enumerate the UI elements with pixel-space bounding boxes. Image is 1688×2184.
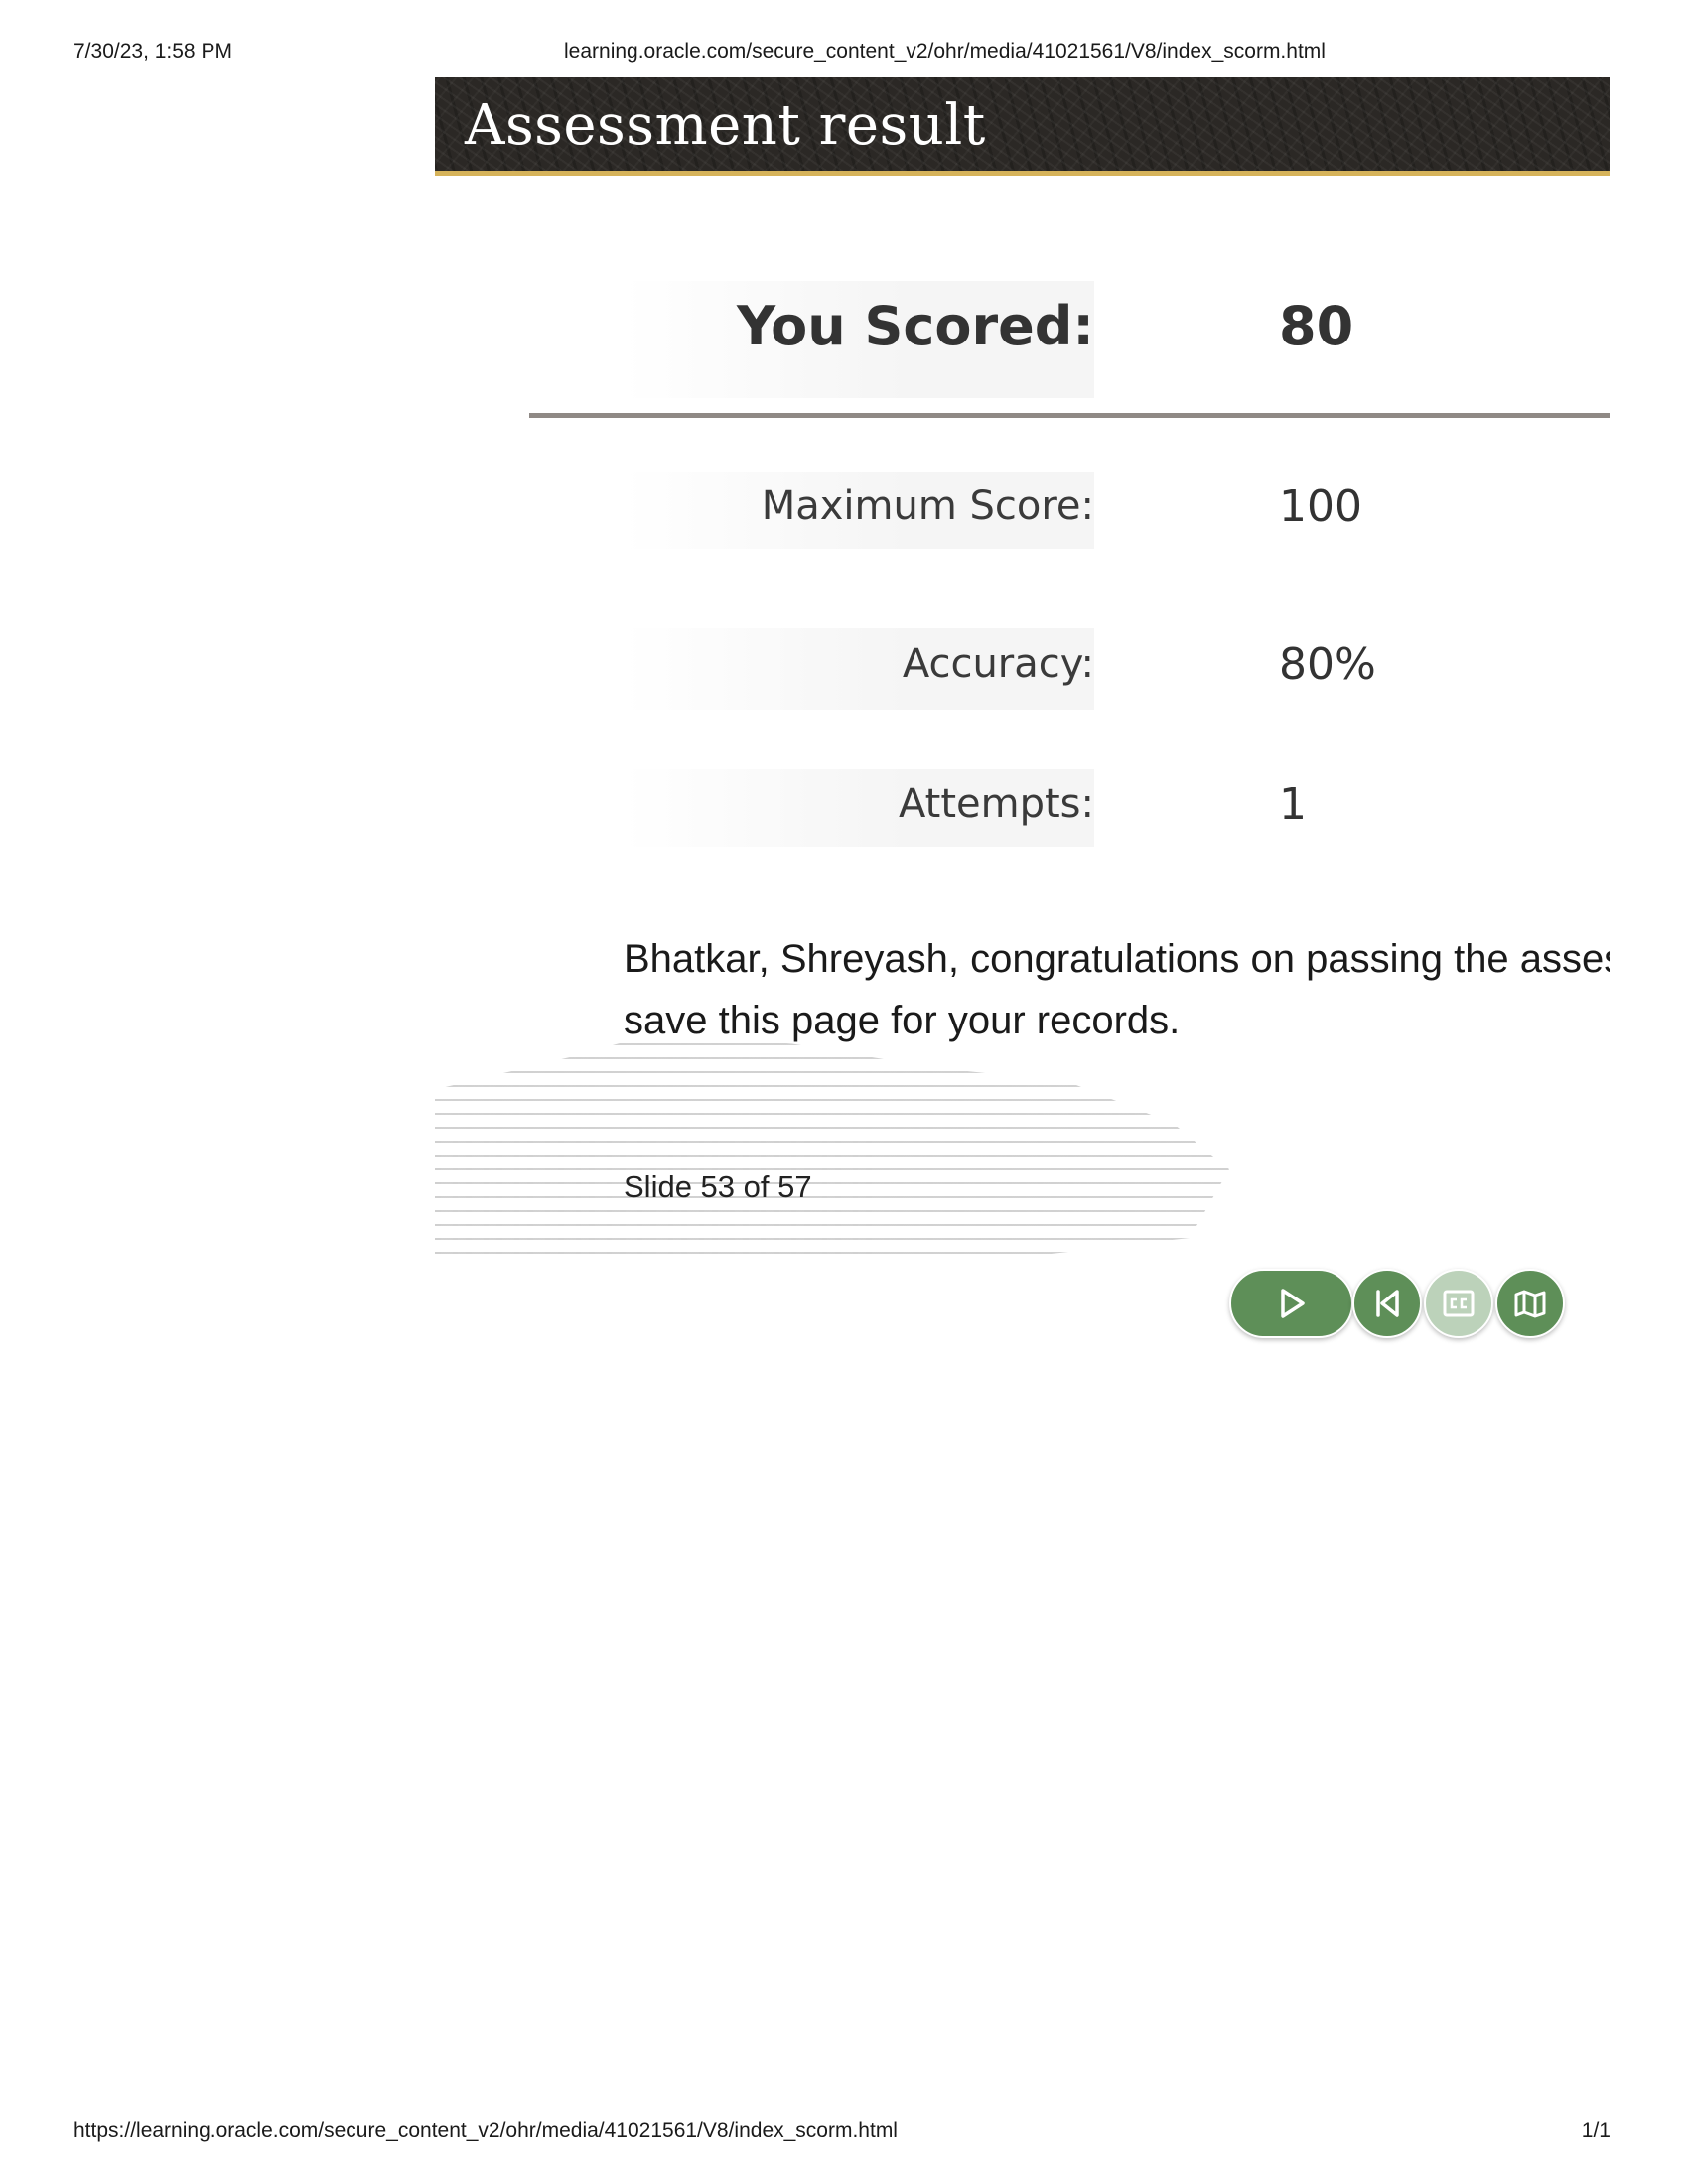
slide-counter: Slide 53 of 57 <box>624 1169 812 1204</box>
message-line-2: save this page for your records. <box>624 999 1181 1042</box>
attempts-label: Attempts: <box>899 781 1094 827</box>
maximum-score-value: 100 <box>1279 481 1362 532</box>
play-button[interactable] <box>1229 1269 1353 1338</box>
map-icon <box>1513 1288 1547 1319</box>
print-header-datetime: 7/30/23, 1:58 PM <box>73 40 232 63</box>
closed-captions-button[interactable] <box>1424 1269 1493 1338</box>
previous-slide-button[interactable] <box>1352 1269 1422 1338</box>
you-scored-value: 80 <box>1279 295 1354 357</box>
accuracy-label: Accuracy: <box>902 641 1094 687</box>
skip-back-icon <box>1372 1288 1402 1319</box>
you-scored-label: You Scored: <box>737 295 1094 357</box>
attempts-value: 1 <box>1279 779 1307 830</box>
closed-captions-icon <box>1442 1289 1476 1318</box>
print-header-url: learning.oracle.com/secure_content_v2/oh… <box>564 40 1326 63</box>
maximum-score-label: Maximum Score: <box>761 483 1094 529</box>
results-divider <box>529 413 1610 418</box>
page-title: Assessment result <box>465 93 986 158</box>
message-line-1: Bhatkar, Shreyash, congratulations on pa… <box>624 937 1610 981</box>
assessment-banner: Assessment result <box>435 77 1610 176</box>
course-map-button[interactable] <box>1495 1269 1565 1338</box>
accuracy-value: 80% <box>1279 639 1376 690</box>
decorative-texture <box>435 1032 1229 1261</box>
print-footer-page-number: 1/1 <box>1581 2119 1611 2142</box>
print-footer-url: https://learning.oracle.com/secure_conte… <box>73 2119 898 2142</box>
play-icon <box>1277 1288 1307 1319</box>
congratulations-message: Bhatkar, Shreyash, congratulations on pa… <box>624 928 1610 1057</box>
